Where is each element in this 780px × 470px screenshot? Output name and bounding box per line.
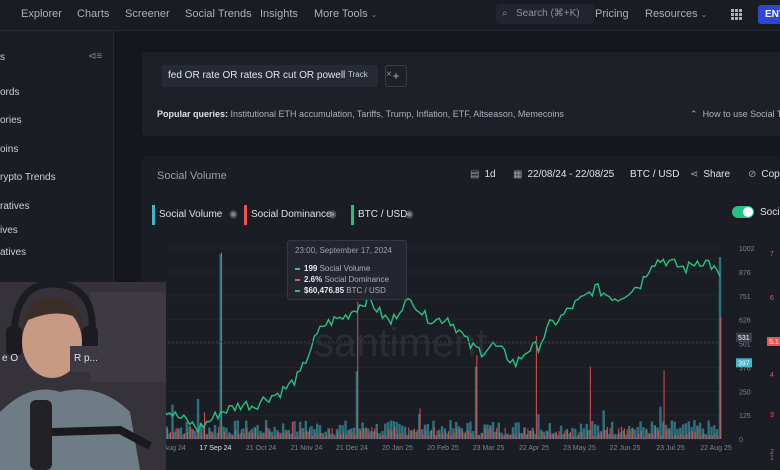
nav-social-trends[interactable]: Social Trends xyxy=(185,8,252,20)
right-axis-tick: 6 xyxy=(770,295,774,302)
y-tick-label: 1002 xyxy=(739,246,755,253)
sidebar-item-words[interactable]: ords xyxy=(0,87,19,98)
watermark: santiment xyxy=(314,321,487,365)
sidebar-item-coins[interactable]: oins xyxy=(0,144,18,155)
how-to-link[interactable]: ⌃ How to use Social T xyxy=(690,109,780,120)
add-query-button[interactable]: + xyxy=(385,65,407,87)
collapse-sidebar-icon[interactable]: ⊲≡ xyxy=(88,51,102,62)
x-tick-label: 21 Dec 24 xyxy=(336,445,368,452)
x-tick-label: 21 Nov 24 xyxy=(291,445,323,452)
right-axis-tick: 7 xyxy=(770,251,774,258)
x-tick-label: 17 Sep 24 xyxy=(200,445,232,452)
query-chip[interactable]: fed OR rate OR rates OR cut OR powell Tr… xyxy=(162,65,392,87)
tooltip-value: $60,476.85 xyxy=(304,286,345,295)
axis-highlight-label: 531 xyxy=(738,335,750,342)
chart-canvas[interactable]: santiment21 Aug 24 17 Sep 24 21 Oct 24 21 N… xyxy=(142,156,780,470)
tooltip-row-dominance: 2.6% Social Dominance xyxy=(295,275,389,284)
streamer-picture xyxy=(0,282,166,470)
y-tick-label: 250 xyxy=(739,389,751,396)
y-tick-label: 0 xyxy=(739,437,743,444)
chevron-down-icon: ⌄ xyxy=(700,10,708,19)
sidebar-item-atives[interactable]: atives xyxy=(0,247,26,258)
search-placeholder: Search (⌘+K) xyxy=(516,8,580,19)
x-tick-label: 22 Apr 25 xyxy=(519,445,549,452)
ent-label: ENT xyxy=(765,9,780,20)
tooltip-title: 23:00, September 17, 2024 xyxy=(295,246,392,255)
x-tick-label: 22 Jun 25 xyxy=(610,445,641,452)
x-tick-label: 22 Aug 25 xyxy=(700,445,732,452)
chevron-up-icon: ⌃ xyxy=(690,109,698,119)
nav-explorer[interactable]: Explorer xyxy=(21,8,62,20)
sidebar-item-ives[interactable]: ives xyxy=(0,225,18,236)
y-tick-label: 501 xyxy=(739,342,751,349)
top-navigation: Explorer Charts Screener Social Trends I… xyxy=(0,0,780,31)
axis-highlight-label: 397 xyxy=(738,360,750,367)
popular-queries-values[interactable]: Institutional ETH accumulation, Tariffs,… xyxy=(231,109,564,119)
chevron-down-icon: ⌄ xyxy=(370,10,378,19)
search-icon: ⌕ xyxy=(502,8,508,19)
nav-more-tools-label: More Tools xyxy=(314,8,368,20)
right-axis-tick: 3 xyxy=(770,412,774,419)
tooltip-swatch xyxy=(295,289,300,292)
ent-button[interactable]: ENT xyxy=(758,5,780,24)
nav-charts[interactable]: Charts xyxy=(77,8,109,20)
x-tick-label: 23 May 25 xyxy=(563,445,596,452)
sidebar-item-0[interactable]: s xyxy=(0,52,5,63)
tooltip-label: Social Volume xyxy=(319,264,371,273)
sidebar-live-label-2: R p... xyxy=(74,353,98,364)
tooltip-row-volume: 199 Social Volume xyxy=(295,264,370,273)
how-to-label: How to use Social T xyxy=(702,109,780,119)
track-badge[interactable]: Track xyxy=(348,70,368,79)
y-tick-label: 626 xyxy=(739,318,751,325)
apps-grid-icon[interactable] xyxy=(731,9,743,21)
popular-queries-label: Popular queries: xyxy=(157,109,229,119)
right-axis-tick: 1 xyxy=(770,455,774,462)
x-tick-label: 23 Jul 25 xyxy=(656,445,685,452)
popular-queries: Popular queries: Institutional ETH accum… xyxy=(157,109,564,119)
chart-panel: Social Volume ▤ 1d ▦ 22/08/24 - 22/08/25 B… xyxy=(142,156,780,470)
sidebar-live-label: e O xyxy=(2,353,19,364)
nav-screener[interactable]: Screener xyxy=(125,8,170,20)
query-panel: fed OR rate OR rates OR cut OR powell Tr… xyxy=(142,52,780,136)
nav-more-tools[interactable]: More Tools ⌄ xyxy=(314,8,377,20)
y-tick-label: 751 xyxy=(739,294,751,301)
nav-resources[interactable]: Resources ⌄ xyxy=(645,8,707,20)
tooltip-swatch xyxy=(295,267,300,270)
search-input[interactable]: ⌕ Search (⌘+K) xyxy=(496,4,594,24)
chart-tooltip: 23:00, September 17, 2024 199 Social Vol… xyxy=(287,240,407,300)
nav-insights[interactable]: Insights xyxy=(260,8,298,20)
y-tick-label: 876 xyxy=(739,270,751,277)
x-tick-label: 23 Mar 25 xyxy=(473,445,505,452)
nav-pricing[interactable]: Pricing xyxy=(595,8,629,20)
nav-resources-label: Resources xyxy=(645,8,698,20)
sidebar-item-crypto-trends[interactable]: rypto Trends xyxy=(0,172,56,183)
tooltip-label: Social Dominance xyxy=(324,275,389,284)
query-text: fed OR rate OR rates OR cut OR powell xyxy=(168,70,346,81)
tooltip-swatch xyxy=(295,278,300,281)
sidebar-item-stories[interactable]: ories xyxy=(0,115,22,126)
x-tick-label: 21 Oct 24 xyxy=(246,445,276,452)
y-tick-label: 125 xyxy=(739,413,751,420)
plus-icon: + xyxy=(392,69,400,83)
right-axis-tick: 4 xyxy=(770,372,774,379)
sidebar-item-narratives[interactable]: ratives xyxy=(0,201,29,212)
tooltip-row-btc: $60,476.85 BTC / USD xyxy=(295,286,386,295)
webcam-overlay: e O R p... xyxy=(0,282,166,470)
tooltip-value: 199 xyxy=(304,264,318,273)
tooltip-value: 2.6% xyxy=(304,275,323,284)
x-tick-label: 20 Feb 25 xyxy=(427,445,459,452)
x-tick-label: 20 Jan 25 xyxy=(382,445,413,452)
tooltip-label: BTC / USD xyxy=(346,286,386,295)
right-axis-highlight-label: 5.1 xyxy=(769,339,779,346)
